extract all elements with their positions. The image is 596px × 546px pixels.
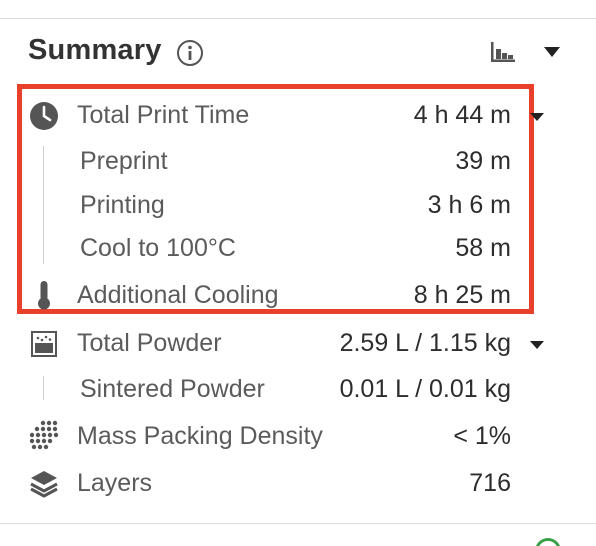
- sintered-powder-value: 0.01 L / 0.01 kg: [339, 375, 511, 403]
- caret-down-icon[interactable]: [543, 46, 561, 58]
- sintered-powder-label: Sintered Powder: [80, 375, 265, 403]
- printing-value: 3 h 6 m: [427, 191, 511, 219]
- tree-line: [43, 146, 44, 264]
- mass-packing-density-value: < 1%: [453, 422, 511, 450]
- total-print-time-value: 4 h 44 m: [413, 101, 511, 129]
- summary-panel: Summary Total Print Time 4 h 44 m Prepri…: [0, 0, 596, 546]
- cool-to-100-value: 58 m: [455, 234, 511, 262]
- layers-icon: [30, 471, 58, 498]
- top-divider: [0, 18, 596, 19]
- density-dots-icon: [29, 420, 59, 450]
- preprint-label: Preprint: [80, 147, 168, 175]
- info-icon[interactable]: [176, 39, 204, 67]
- bar-chart-icon[interactable]: [489, 40, 517, 64]
- thermometer-icon: [38, 281, 50, 310]
- clock-icon: [30, 102, 58, 130]
- layers-value: 716: [469, 469, 511, 497]
- bottom-divider: [0, 523, 596, 524]
- status-circle-icon: [535, 538, 561, 546]
- additional-cooling-value: 8 h 25 m: [413, 281, 511, 309]
- cool-to-100-label: Cool to 100°C: [80, 234, 236, 262]
- caret-down-icon[interactable]: [529, 340, 545, 350]
- mass-packing-density-label: Mass Packing Density: [77, 422, 323, 450]
- caret-down-icon[interactable]: [529, 112, 545, 122]
- preprint-value: 39 m: [455, 147, 511, 175]
- layers-label: Layers: [77, 469, 153, 497]
- additional-cooling-label: Additional Cooling: [77, 281, 279, 309]
- tree-line: [43, 376, 44, 400]
- printing-label: Printing: [80, 191, 165, 219]
- summary-title: Summary: [28, 34, 162, 66]
- total-powder-label: Total Powder: [77, 329, 222, 357]
- total-print-time-label: Total Print Time: [77, 101, 250, 129]
- powder-icon: [31, 331, 57, 357]
- total-powder-value: 2.59 L / 1.15 kg: [339, 329, 511, 357]
